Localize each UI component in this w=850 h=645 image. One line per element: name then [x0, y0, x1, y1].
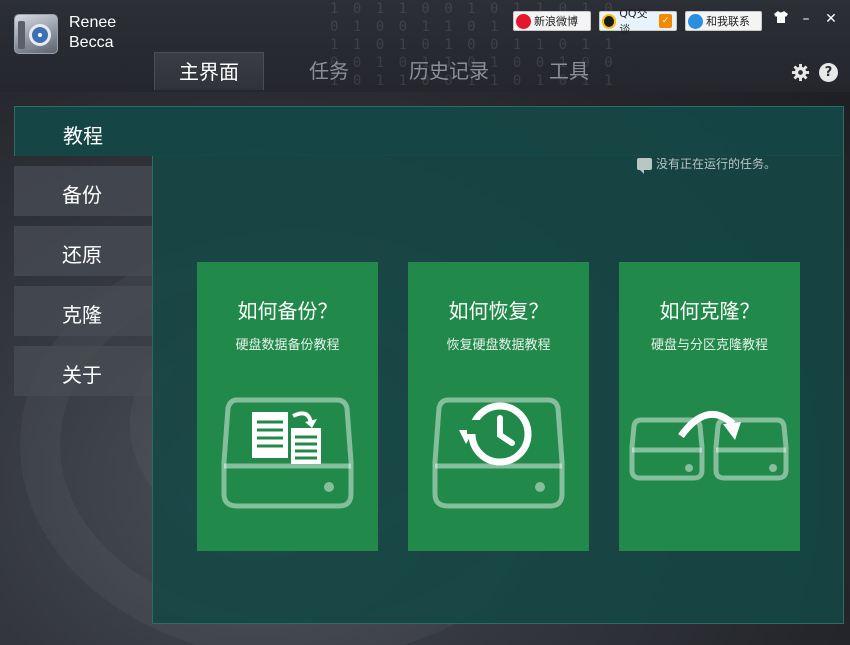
app-name-line1: Renee: [69, 14, 117, 31]
qq-shield-icon: ✓: [658, 14, 673, 28]
sidebar-item-label: 关于: [62, 363, 102, 387]
app-window: 1 0 1 1 0 0 1 0 1 1 0 1 0 0 1 0 0 1 1 0 …: [0, 0, 850, 645]
weibo-icon: [516, 13, 531, 29]
qq-chat-label: QQ交谈: [619, 7, 648, 36]
sidebar-item-label: 克隆: [62, 303, 102, 327]
close-button[interactable]: ✕: [822, 10, 840, 28]
task-status-text: 没有正在运行的任务。: [656, 157, 777, 171]
tab-history[interactable]: 历史记录: [394, 52, 504, 90]
sidebar-item-backup[interactable]: 备份: [14, 166, 152, 216]
help-icon[interactable]: ?: [819, 63, 838, 82]
tab-tasks[interactable]: 任务: [264, 52, 394, 90]
minimize-button[interactable]: –: [797, 10, 815, 28]
clone-disk-icon: [629, 411, 789, 481]
sidebar-item-tutorial[interactable]: 教程: [14, 106, 844, 156]
shirt-icon[interactable]: [772, 10, 790, 28]
main-tabs: 主界面 任务 历史记录 工具: [154, 52, 634, 90]
contact-icon: [688, 13, 703, 29]
qq-chat-button[interactable]: QQ交谈 ✓: [599, 7, 677, 36]
gear-icon[interactable]: [791, 63, 810, 82]
app-name: Renee Becca: [69, 13, 116, 53]
app-logo-icon: [14, 14, 58, 54]
weibo-share-button[interactable]: 新浪微博: [513, 11, 591, 31]
sidebar-item-about[interactable]: 关于: [14, 346, 152, 396]
qq-icon: [602, 13, 617, 29]
sidebar-item-clone[interactable]: 克隆: [14, 286, 152, 336]
clone-tutorial-card[interactable]: 如何克隆？ 硬盘与分区克隆教程: [619, 262, 800, 551]
weibo-share-label: 新浪微博: [534, 15, 578, 28]
restore-disk-icon: [432, 397, 565, 509]
sidebar-item-label: 教程: [63, 124, 103, 148]
tab-main[interactable]: 主界面: [154, 52, 264, 90]
restore-tutorial-card[interactable]: 如何恢复？ 恢复硬盘数据教程: [408, 262, 589, 551]
backup-disk-icon: [221, 397, 354, 509]
tab-tools[interactable]: 工具: [504, 52, 634, 90]
contact-us-button[interactable]: 和我联系: [685, 11, 762, 31]
sidebar-item-restore[interactable]: 还原: [14, 226, 152, 276]
sidebar-item-label: 还原: [62, 243, 102, 267]
app-name-line2: Becca: [69, 34, 114, 51]
sidebar-item-label: 备份: [62, 183, 102, 207]
contact-us-label: 和我联系: [706, 15, 750, 28]
backup-tutorial-card[interactable]: 如何备份？ 硬盘数据备份教程: [197, 262, 378, 551]
chat-bubble-icon: [637, 157, 652, 174]
task-status: 没有正在运行的任务。: [637, 155, 777, 174]
